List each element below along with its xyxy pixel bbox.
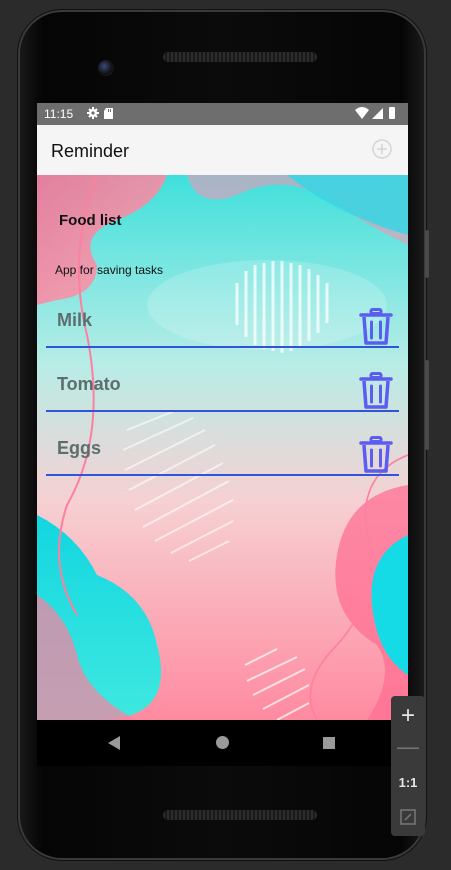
app-bar: Reminder [37, 125, 408, 175]
cellular-signal-icon [372, 108, 383, 119]
item-underline [46, 410, 399, 412]
top-speaker-grille [163, 52, 317, 62]
recents-icon[interactable] [322, 736, 336, 750]
list-item[interactable]: Tomato [46, 360, 399, 412]
list-item[interactable]: Milk [46, 296, 399, 348]
power-button [425, 360, 429, 450]
device-screen: 11:15 Reminder Food list App for saving … [37, 103, 408, 720]
item-label: Eggs [57, 438, 102, 458]
home-icon[interactable] [215, 735, 230, 750]
front-camera [98, 60, 114, 76]
settings-gear-icon [87, 107, 99, 119]
volume-button [425, 230, 429, 278]
item-underline [46, 346, 399, 348]
main-content: Food list App for saving tasks Milk Toma… [37, 175, 408, 720]
item-underline [46, 474, 399, 476]
battery-icon [389, 107, 395, 119]
add-circle-icon[interactable] [372, 139, 392, 159]
status-time: 11:15 [44, 107, 74, 121]
back-icon[interactable] [107, 735, 121, 751]
status-left-icons [87, 106, 121, 123]
delete-trash-icon[interactable] [359, 372, 393, 410]
bottom-speaker-grille [163, 810, 317, 820]
zoom-in-icon[interactable]: + [391, 702, 425, 730]
sd-card-icon [104, 108, 113, 119]
wifi-icon [355, 107, 369, 119]
emulator-zoom-controls: + — 1:1 [391, 696, 425, 836]
status-bar: 11:15 [37, 103, 408, 125]
delete-trash-icon[interactable] [359, 308, 393, 346]
app-title: Reminder [51, 141, 130, 161]
list-title: Food list [59, 212, 122, 229]
zoom-one-to-one-button[interactable]: 1:1 [391, 775, 425, 790]
item-label: Milk [57, 310, 93, 330]
app-subtitle: App for saving tasks [55, 263, 164, 277]
zoom-out-icon[interactable]: — [391, 734, 425, 760]
list-item[interactable]: Eggs [46, 424, 399, 476]
navigation-bar [37, 720, 408, 766]
delete-trash-icon[interactable] [359, 436, 393, 474]
item-label: Tomato [57, 374, 121, 394]
fit-screen-icon[interactable] [399, 808, 417, 826]
status-right-icons [354, 106, 398, 123]
